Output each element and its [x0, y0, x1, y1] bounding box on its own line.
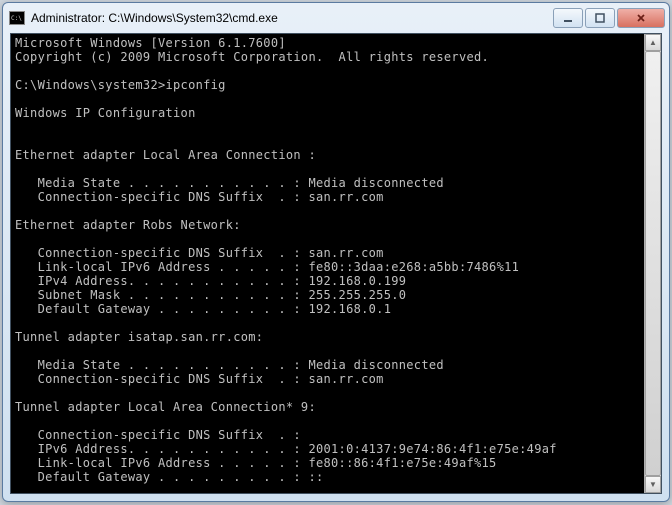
vertical-scrollbar[interactable]: ▲ ▼	[644, 34, 661, 493]
console-client-area[interactable]: Microsoft Windows [Version 6.1.7600] Cop…	[10, 33, 662, 494]
scroll-down-button[interactable]: ▼	[645, 476, 661, 493]
close-button[interactable]	[617, 8, 665, 28]
window-title: Administrator: C:\Windows\System32\cmd.e…	[31, 11, 553, 25]
titlebar[interactable]: Administrator: C:\Windows\System32\cmd.e…	[3, 3, 669, 33]
cmd-icon	[9, 11, 25, 25]
close-icon	[635, 12, 647, 24]
maximize-button[interactable]	[585, 8, 615, 28]
scroll-up-button[interactable]: ▲	[645, 34, 661, 51]
maximize-icon	[594, 12, 606, 24]
minimize-icon	[562, 12, 574, 24]
scroll-track[interactable]	[645, 51, 661, 476]
minimize-button[interactable]	[553, 8, 583, 28]
console-output: Microsoft Windows [Version 6.1.7600] Cop…	[11, 34, 661, 494]
scroll-thumb[interactable]	[645, 51, 661, 476]
window-buttons	[553, 8, 665, 28]
cmd-window: Administrator: C:\Windows\System32\cmd.e…	[2, 2, 670, 502]
